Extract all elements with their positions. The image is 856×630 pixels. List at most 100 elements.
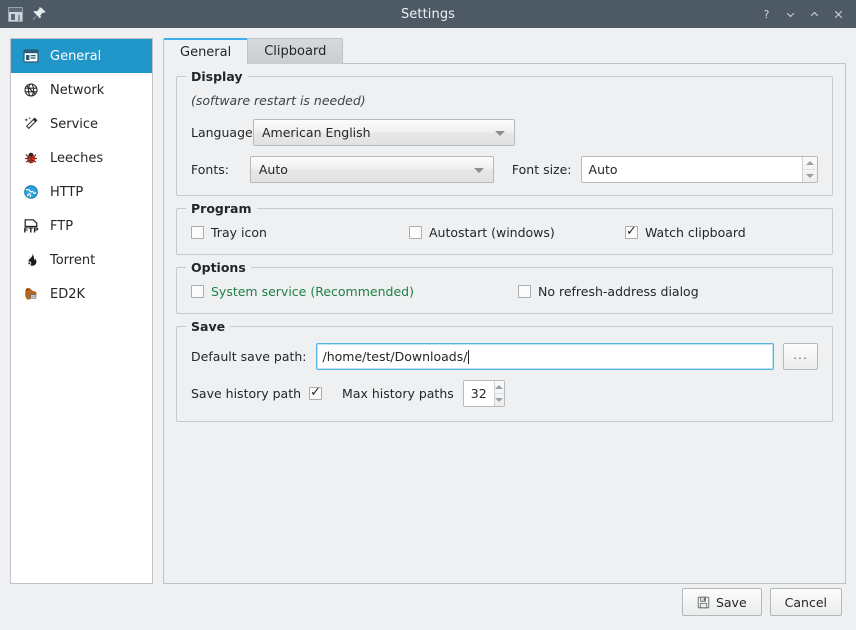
- group-program: Program Tray icon Autostart (windows) Wa…: [176, 201, 833, 255]
- window-titlebar: Settings ?: [0, 0, 856, 28]
- flame-icon: [22, 251, 40, 269]
- tab-label: Clipboard: [264, 44, 327, 59]
- ftp-file-icon: FTP: [22, 217, 40, 235]
- sidebar-item-network[interactable]: Network: [11, 73, 152, 107]
- font-size-label: Font size:: [511, 162, 572, 177]
- system-service-label: System service (Recommended): [211, 284, 414, 299]
- watch-clipboard-label: Watch clipboard: [645, 225, 746, 240]
- tab-label: General: [180, 44, 232, 60]
- fonts-value: Auto: [258, 162, 288, 177]
- tray-icon-checkbox[interactable]: Tray icon: [191, 225, 409, 240]
- sidebar-item-leeches[interactable]: Leeches: [11, 141, 152, 175]
- minimize-button[interactable]: [779, 3, 801, 25]
- svg-text:?: ?: [763, 8, 769, 20]
- checkbox-box[interactable]: [518, 285, 531, 298]
- donkey-icon: [22, 285, 40, 303]
- stepper-down-icon[interactable]: [495, 394, 504, 406]
- svg-text:FTP: FTP: [23, 225, 38, 234]
- options-checkbox-row: System service (Recommended) No refresh-…: [191, 284, 818, 299]
- chevron-down-icon: [473, 167, 484, 173]
- document-settings-icon: [22, 47, 40, 65]
- save-button-label: Save: [715, 594, 747, 610]
- autostart-label: Autostart (windows): [429, 225, 555, 240]
- sidebar-item-label: Network: [50, 82, 105, 98]
- sidebar-item-ed2k[interactable]: ED2K: [11, 277, 152, 311]
- maximize-button[interactable]: [803, 3, 825, 25]
- max-history-stepper[interactable]: [493, 381, 504, 406]
- sidebar-item-ftp[interactable]: FTP FTP: [11, 209, 152, 243]
- sidebar-item-service[interactable]: Service: [11, 107, 152, 141]
- group-program-legend: Program: [186, 201, 257, 216]
- sidebar-item-label: FTP: [50, 218, 74, 234]
- sidebar-item-label: Leeches: [50, 150, 104, 166]
- tab-general[interactable]: General: [163, 38, 249, 64]
- stepper-up-icon[interactable]: [803, 157, 817, 170]
- language-row: Language: American English: [191, 119, 818, 146]
- no-refresh-dialog-label: No refresh-address dialog: [538, 284, 699, 299]
- group-save: Save Default save path: /home/test/Downl…: [176, 319, 833, 422]
- browse-path-button[interactable]: ...: [783, 343, 818, 370]
- system-service-checkbox[interactable]: System service (Recommended): [191, 284, 518, 299]
- sidebar-item-label: Service: [50, 116, 99, 132]
- fonts-combobox[interactable]: Auto: [249, 156, 494, 183]
- no-refresh-dialog-checkbox[interactable]: No refresh-address dialog: [518, 284, 699, 299]
- autostart-checkbox[interactable]: Autostart (windows): [409, 225, 625, 240]
- window-title: Settings: [400, 6, 456, 22]
- group-display: Display (software restart is needed) Lan…: [176, 69, 833, 196]
- fonts-label: Fonts:: [191, 162, 229, 177]
- chevron-down-icon: [495, 130, 505, 136]
- tray-icon-label: Tray icon: [211, 225, 267, 240]
- default-save-path-input[interactable]: /home/test/Downloads/: [315, 343, 774, 370]
- font-size-stepper[interactable]: [802, 157, 817, 182]
- group-options-legend: Options: [186, 260, 251, 275]
- stepper-up-icon[interactable]: [494, 381, 504, 394]
- max-history-label: Max history paths: [342, 386, 454, 401]
- fonts-row: Fonts: Auto Font size: Auto: [191, 156, 818, 183]
- program-checkbox-row: Tray icon Autostart (windows) Watch clip…: [191, 224, 818, 240]
- font-size-value: Auto: [588, 162, 618, 177]
- stepper-down-icon[interactable]: [803, 170, 817, 182]
- default-save-path-label: Default save path:: [191, 349, 307, 364]
- tab-clipboard[interactable]: Clipboard: [247, 38, 344, 64]
- checkbox-box[interactable]: [409, 226, 422, 239]
- checkbox-box[interactable]: [191, 226, 204, 239]
- checkbox-box[interactable]: [625, 224, 638, 239]
- language-combobox[interactable]: American English: [253, 119, 515, 146]
- default-save-path-value: /home/test/Downloads/: [322, 349, 468, 364]
- sidebar-item-general[interactable]: General: [11, 39, 152, 73]
- sidebar-item-torrent[interactable]: Torrent: [11, 243, 152, 277]
- main-content: General Network Service Leeches HTTP FTP…: [0, 28, 856, 584]
- default-save-path-row: Default save path: /home/test/Downloads/…: [191, 343, 818, 370]
- dialog-footer: Save Cancel: [681, 588, 842, 616]
- group-save-legend: Save: [186, 319, 231, 334]
- tab-strip: General Clipboard: [163, 38, 846, 64]
- save-history-label: Save history path: [191, 386, 302, 401]
- cancel-button-label: Cancel: [784, 594, 827, 610]
- max-history-value: 32: [470, 386, 487, 401]
- font-size-spinbox[interactable]: Auto: [580, 156, 818, 183]
- restart-note: (software restart is needed): [191, 93, 366, 108]
- pin-icon[interactable]: [31, 6, 47, 22]
- help-button[interactable]: ?: [755, 3, 777, 25]
- watch-clipboard-checkbox[interactable]: Watch clipboard: [625, 224, 746, 240]
- sidebar-item-label: General: [50, 48, 102, 64]
- settings-sidebar[interactable]: General Network Service Leeches HTTP FTP…: [10, 38, 153, 584]
- save-button[interactable]: Save: [681, 588, 762, 616]
- tab-panel-general: Display (software restart is needed) Lan…: [163, 63, 846, 584]
- group-options: Options System service (Recommended) No …: [176, 260, 833, 314]
- text-caret: [468, 349, 470, 364]
- language-value: American English: [262, 125, 371, 140]
- language-label: Language:: [191, 125, 257, 140]
- titlebar-left-icons: [0, 6, 47, 22]
- window-controls: ?: [755, 3, 856, 25]
- checkbox-box[interactable]: [191, 285, 204, 298]
- settings-panel: General Clipboard Display (software rest…: [163, 38, 846, 584]
- window-icon: [8, 6, 23, 22]
- close-button[interactable]: [827, 3, 849, 25]
- sidebar-item-http[interactable]: HTTP: [11, 175, 152, 209]
- sidebar-item-label: Torrent: [50, 252, 96, 268]
- max-history-spinbox[interactable]: 32: [462, 380, 505, 407]
- magic-wand-icon: [22, 115, 40, 133]
- cancel-button[interactable]: Cancel: [769, 588, 842, 616]
- save-history-checkbox[interactable]: [309, 385, 323, 400]
